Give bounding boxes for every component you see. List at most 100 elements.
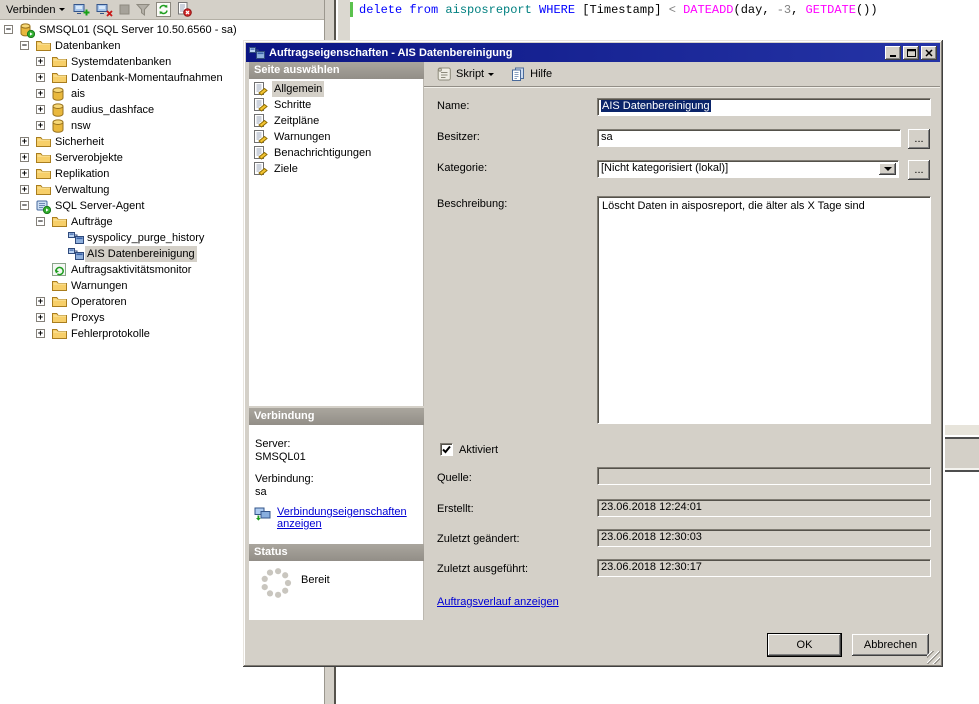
change-tracking-bar — [350, 2, 353, 17]
page-icon — [253, 146, 268, 160]
nav-item-label: Allgemein — [272, 81, 324, 97]
nav-item-zeitplane[interactable]: Zeitpläne — [249, 113, 423, 129]
expand-icon[interactable]: + — [36, 73, 45, 82]
ok-button[interactable]: OK — [768, 634, 841, 656]
tree-item-label: syspolicy_purge_history — [85, 230, 206, 246]
sql-token: < — [669, 3, 683, 17]
tree-item-label: SQL Server-Agent — [53, 198, 146, 214]
tree-item-label: Fehlerprotokolle — [69, 326, 152, 342]
refresh-button[interactable] — [156, 2, 171, 17]
expand-icon[interactable]: + — [36, 57, 45, 66]
expand-icon[interactable]: + — [20, 137, 29, 146]
tree-item-label: Aufträge — [69, 214, 115, 230]
connect-server-button[interactable] — [73, 3, 90, 17]
script-button[interactable]: Skript — [432, 65, 498, 83]
help-button[interactable]: Hilfe — [506, 66, 556, 83]
source-label: Quelle: — [437, 472, 472, 484]
editor-splitter-strip — [945, 424, 979, 435]
status-header: Status — [249, 544, 424, 561]
category-dropdown-button[interactable] — [879, 163, 896, 175]
minimize-button[interactable] — [885, 46, 901, 60]
category-browse-button[interactable]: ... — [908, 160, 930, 180]
expand-icon[interactable]: + — [36, 89, 45, 98]
status-text: Bereit — [301, 574, 330, 586]
tree-item-label: ais — [69, 86, 87, 102]
close-button[interactable] — [921, 46, 937, 60]
database-icon — [52, 87, 64, 101]
sql-token: (day, — [734, 3, 777, 17]
page-icon — [253, 98, 268, 112]
tree-item-label: Datenbanken — [53, 38, 122, 54]
job-properties-dialog: Auftragseigenschaften - AIS Datenbereini… — [243, 40, 943, 667]
expand-icon[interactable]: + — [36, 329, 45, 338]
sql-token: delete from — [359, 3, 445, 17]
connection-properties-link[interactable]: Verbindungseigenschaften anzeigen — [277, 506, 415, 530]
filter-button[interactable] — [136, 3, 150, 16]
resize-grip-icon[interactable] — [927, 651, 940, 664]
owner-browse-button[interactable]: ... — [908, 129, 930, 149]
dialog-titlebar[interactable]: Auftragseigenschaften - AIS Datenbereini… — [246, 43, 940, 62]
collapse-icon[interactable]: − — [36, 217, 45, 226]
page-icon — [253, 162, 268, 176]
monitor-icon — [52, 263, 67, 277]
editor-splitter-bar — [945, 437, 979, 472]
page-icon — [253, 114, 268, 128]
nav-item-warnungen[interactable]: Warnungen — [249, 129, 423, 145]
chevron-down-icon — [488, 73, 494, 79]
tree-item-label: Serverobjekte — [53, 150, 125, 166]
category-select[interactable]: [Nicht kategorisiert (lokal)] — [597, 160, 899, 178]
script-button-label: Skript — [456, 68, 484, 80]
dialog-toolbar: Skript Hilfe — [424, 62, 940, 87]
page-icon — [253, 130, 268, 144]
enabled-label: Aktiviert — [459, 444, 498, 456]
job-history-link[interactable]: Auftragsverlauf anzeigen — [437, 596, 559, 608]
expand-icon[interactable]: + — [36, 121, 45, 130]
help-button-label: Hilfe — [530, 68, 552, 80]
maximize-button[interactable] — [903, 46, 919, 60]
cancel-button[interactable]: Abbrechen — [852, 634, 929, 656]
collapse-icon[interactable]: − — [4, 25, 13, 34]
expand-icon[interactable]: + — [36, 313, 45, 322]
enabled-checkbox[interactable] — [440, 443, 453, 456]
nav-item-label: Zeitpläne — [272, 113, 321, 129]
description-textarea[interactable]: Löscht Daten in aisposreport, die älter … — [597, 196, 931, 424]
sql-token: [Timestamp] — [582, 3, 668, 17]
disconnect-server-button[interactable] — [96, 3, 113, 17]
tree-item-smsql01-sql-server-10-50-6560-sa[interactable]: − SMSQL01 (SQL Server 10.50.6560 - sa) — [0, 22, 324, 38]
expand-icon[interactable]: + — [20, 153, 29, 162]
name-input[interactable]: AIS Datenbereinigung — [597, 98, 931, 116]
owner-input[interactable]: sa — [597, 129, 901, 147]
connection-properties-icon — [254, 507, 271, 522]
tree-item-label: SMSQL01 (SQL Server 10.50.6560 - sa) — [37, 22, 239, 38]
script-error-button[interactable] — [177, 2, 192, 17]
expand-icon[interactable]: + — [36, 297, 45, 306]
expand-icon[interactable]: + — [20, 185, 29, 194]
nav-item-allgemein[interactable]: Allgemein — [249, 81, 423, 97]
stop-button[interactable] — [119, 4, 130, 15]
name-input-selected-text: AIS Datenbereinigung — [601, 100, 711, 112]
connection-value: sa — [255, 486, 267, 498]
connect-dropdown-label: Verbinden — [6, 4, 56, 16]
expand-icon[interactable]: + — [20, 169, 29, 178]
collapse-icon[interactable]: − — [20, 201, 29, 210]
chevron-down-icon — [884, 167, 892, 175]
tree-item-label: Operatoren — [69, 294, 129, 310]
folder-icon — [52, 295, 67, 307]
expand-icon[interactable]: + — [36, 105, 45, 114]
nav-item-label: Benachrichtigungen — [272, 145, 373, 161]
folder-icon — [52, 215, 67, 227]
tree-item-label: nsw — [69, 118, 93, 134]
collapse-icon[interactable]: − — [20, 41, 29, 50]
sql-query-line[interactable]: delete from aisposreport WHERE [Timestam… — [359, 3, 878, 17]
agent-icon — [36, 199, 51, 214]
created-label: Erstellt: — [437, 503, 474, 515]
nav-item-benachrichtigungen[interactable]: Benachrichtigungen — [249, 145, 423, 161]
connect-dropdown-button[interactable]: Verbinden — [3, 1, 68, 19]
nav-item-ziele[interactable]: Ziele — [249, 161, 423, 177]
nav-item-schritte[interactable]: Schritte — [249, 97, 423, 113]
tree-item-label: Verwaltung — [53, 182, 111, 198]
owner-label: Besitzer: — [437, 131, 480, 143]
sql-token: -3 — [777, 3, 791, 17]
server-value: SMSQL01 — [255, 451, 306, 463]
tree-item-label: Systemdatenbanken — [69, 54, 173, 70]
